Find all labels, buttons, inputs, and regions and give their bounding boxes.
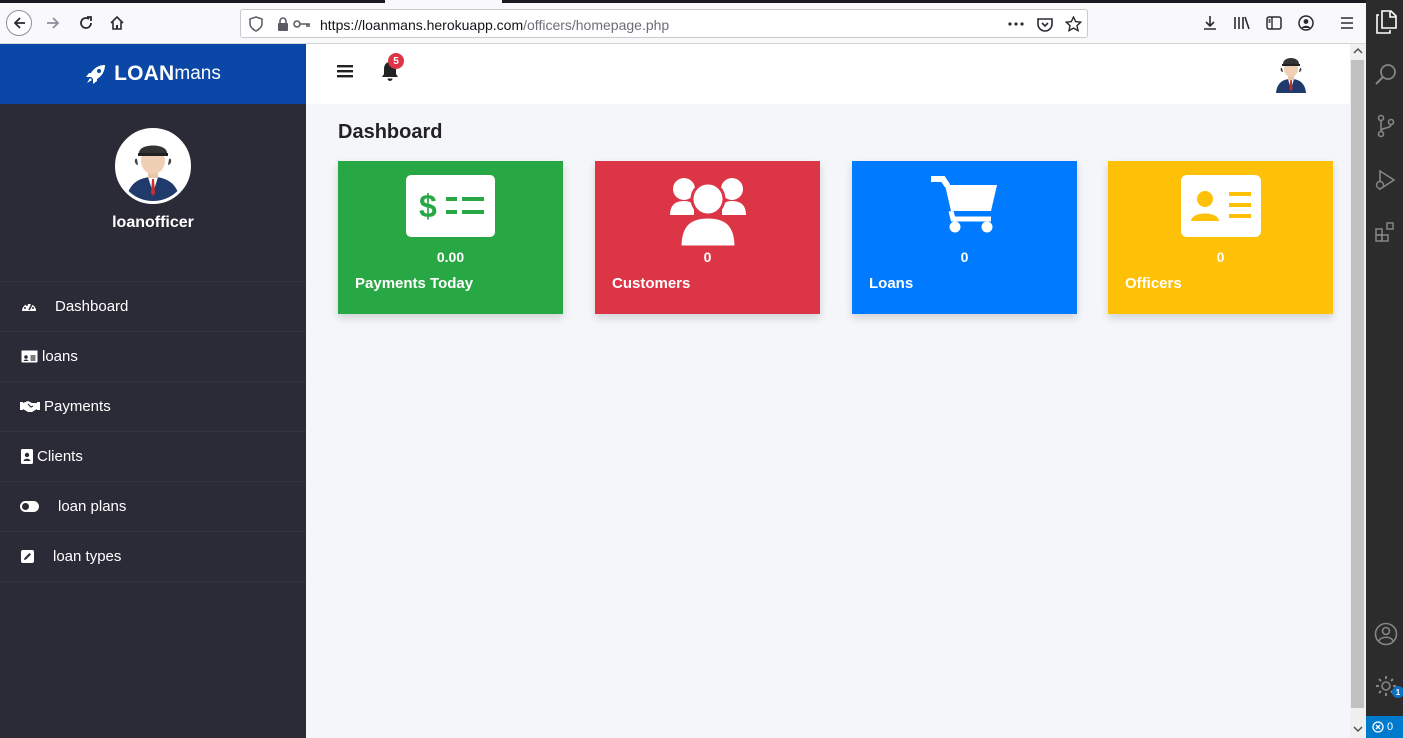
error-icon — [1372, 721, 1384, 733]
card-customers[interactable]: 0 Customers — [595, 161, 820, 314]
brand-name-bold: LOAN — [114, 62, 175, 85]
sidebar-item-loan-plans[interactable]: loan plans — [0, 482, 306, 532]
sidebar-item-label: Payments — [44, 398, 111, 415]
brand-logo[interactable]: LOAN mans — [0, 44, 306, 104]
card-officers[interactable]: 0 Officers — [1108, 161, 1333, 314]
shield-icon[interactable] — [247, 15, 265, 33]
bookmark-star-icon[interactable] — [1064, 15, 1082, 33]
sidebar-item-label: Clients — [37, 448, 83, 465]
scrollbar-thumb[interactable] — [1351, 60, 1364, 708]
accounts-icon[interactable] — [1374, 622, 1398, 646]
sidebar-item-payments[interactable]: Payments — [0, 382, 306, 432]
address-bar[interactable]: https://loanmans.herokuapp.com/officers/… — [240, 9, 1088, 38]
active-tab-indicator[interactable] — [385, 0, 502, 3]
chevron-up-icon — [1353, 47, 1363, 54]
key-icon[interactable] — [293, 15, 311, 33]
sidebar-item-label: loan plans — [58, 498, 127, 515]
settings-update-badge: 1 — [1392, 686, 1403, 698]
sidebar-item-dashboard[interactable]: Dashboard — [0, 282, 306, 332]
extensions-icon[interactable] — [1374, 220, 1398, 244]
hamburger-menu-button[interactable] — [336, 63, 354, 79]
card-value: 0 — [960, 249, 969, 265]
users-icon — [595, 175, 820, 247]
address-book-icon — [20, 448, 34, 466]
arrow-left-icon — [13, 17, 25, 29]
edit-icon — [20, 548, 34, 566]
hamburger-icon — [337, 65, 353, 78]
profile-section: loanofficer — [0, 128, 306, 282]
card-label: Payments Today — [355, 275, 474, 292]
back-button[interactable] — [6, 10, 32, 36]
sidebar: LOAN mans loanofficer Dashboard loans Pa… — [0, 44, 306, 738]
svg-text:$: $ — [419, 188, 437, 224]
downloads-button[interactable] — [1200, 13, 1220, 33]
tab-strip — [0, 0, 1366, 3]
account-icon — [1298, 15, 1314, 31]
url-text[interactable]: https://loanmans.herokuapp.com/officers/… — [320, 17, 669, 33]
cart-icon — [852, 175, 1077, 245]
forward-button[interactable] — [40, 10, 66, 36]
sidebar-icon — [1266, 16, 1282, 30]
sidebar-toggle-button[interactable] — [1264, 13, 1284, 33]
card-label: Loans — [869, 275, 914, 292]
download-icon — [1204, 16, 1216, 30]
card-label: Officers — [1125, 275, 1182, 292]
page-scrollbar[interactable] — [1350, 44, 1366, 738]
search-icon[interactable] — [1374, 62, 1398, 86]
explorer-icon[interactable] — [1374, 10, 1398, 34]
officer-avatar-icon — [118, 131, 188, 201]
vscode-activity-bar: 1 — [1366, 0, 1403, 738]
user-avatar-button[interactable] — [1272, 51, 1310, 93]
dashboard-icon — [20, 298, 38, 316]
card-label: Customers — [612, 275, 691, 292]
card-value: 0 — [1216, 249, 1225, 265]
pocket-icon[interactable] — [1036, 15, 1054, 33]
handshake-icon — [20, 398, 40, 416]
account-button[interactable] — [1296, 13, 1316, 33]
run-debug-icon[interactable] — [1374, 168, 1398, 192]
main-content: Dashboard $ 0.00 Payments Today 0 Custom… — [306, 104, 1350, 738]
chevron-down-icon — [1353, 726, 1363, 733]
id-badge-icon — [1108, 175, 1333, 245]
top-navbar: 5 — [306, 44, 1350, 104]
menu-icon — [1341, 17, 1353, 29]
arrow-right-icon — [47, 17, 60, 29]
home-icon — [110, 15, 124, 30]
card-value: 0.00 — [436, 249, 465, 265]
sidebar-item-loans[interactable]: loans — [0, 332, 306, 382]
sidebar-item-clients[interactable]: Clients — [0, 432, 306, 482]
toggle-icon — [20, 498, 39, 516]
reload-button[interactable] — [73, 10, 99, 36]
brand-name-light: mans — [174, 63, 221, 84]
more-actions-icon[interactable] — [1007, 15, 1025, 33]
id-card-icon — [20, 348, 38, 366]
sidebar-item-label: loan types — [53, 548, 122, 565]
rocket-icon — [86, 65, 106, 84]
library-icon — [1234, 16, 1250, 30]
avatar[interactable] — [115, 128, 191, 204]
officer-avatar-icon — [1276, 58, 1306, 93]
card-payments-today[interactable]: $ 0.00 Payments Today — [338, 161, 563, 314]
url-path: /officers/homepage.php — [523, 17, 670, 33]
page-title: Dashboard — [338, 121, 443, 143]
card-loans[interactable]: 0 Loans — [852, 161, 1077, 314]
browser-toolbar: https://loanmans.herokuapp.com/officers/… — [0, 0, 1366, 44]
home-button[interactable] — [104, 10, 130, 36]
source-control-icon[interactable] — [1374, 114, 1398, 138]
sidebar-item-label: loans — [42, 348, 78, 365]
app-menu-button[interactable] — [1337, 13, 1357, 33]
url-host: https://loanmans.herokuapp.com — [320, 17, 524, 33]
profile-name: loanofficer — [112, 214, 194, 231]
status-bar-problems[interactable]: 0 — [1366, 716, 1403, 738]
lock-icon[interactable] — [274, 15, 292, 33]
reload-icon — [80, 16, 92, 29]
card-value: 0 — [703, 249, 712, 265]
money-check-icon: $ — [338, 175, 563, 245]
error-count: 0 — [1387, 721, 1394, 733]
sidebar-item-loan-types[interactable]: loan types — [0, 532, 306, 582]
notification-count-badge[interactable]: 5 — [388, 53, 404, 69]
library-button[interactable] — [1232, 13, 1252, 33]
sidebar-item-label: Dashboard — [55, 298, 129, 315]
